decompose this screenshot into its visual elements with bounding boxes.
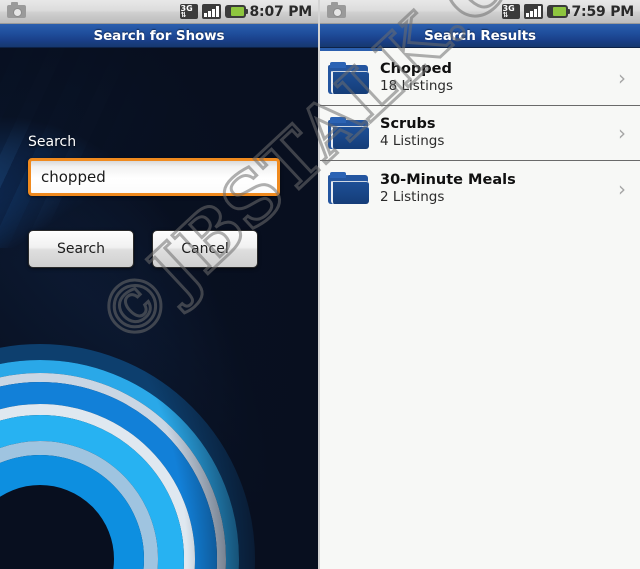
signal-bars-icon <box>201 4 221 19</box>
row-subtitle: 2 Listings <box>380 188 445 205</box>
search-form: Search Search Cancel <box>0 48 318 268</box>
row-title: Chopped <box>380 61 452 77</box>
3g-arrows-icon: ⇅ <box>502 11 509 19</box>
folder-icon <box>328 61 370 95</box>
right-status-notifications <box>327 2 346 18</box>
row-text: Scrubs 4 Listings <box>380 116 618 150</box>
row-subtitle: 18 Listings <box>380 78 453 94</box>
table-row[interactable]: Scrubs 4 Listings › <box>320 106 640 161</box>
right-status-bar: 3G ⇅ 7:59 PM <box>320 0 640 24</box>
left-page-title: Search for Shows <box>93 27 225 44</box>
search-label: Search <box>28 134 77 150</box>
search-button[interactable]: Search <box>28 230 134 268</box>
3g-icon: 3G ⇅ <box>179 4 198 19</box>
camera-icon <box>327 2 346 18</box>
left-status-time: 8:07 PM <box>249 3 313 20</box>
form-button-row: Search Cancel <box>28 230 292 268</box>
right-status-indicators: 3G ⇅ 7:59 PM <box>501 3 635 20</box>
cancel-button[interactable]: Cancel <box>152 230 258 268</box>
left-title-bar: Search for Shows <box>0 24 318 48</box>
row-subtitle: 4 Listings <box>380 133 445 149</box>
folder-icon <box>328 116 370 150</box>
chevron-right-icon: › <box>618 176 626 201</box>
right-page-title: Search Results <box>424 27 536 44</box>
signal-bars-icon <box>523 4 543 19</box>
left-phone-screen: 3G ⇅ 8:07 PM Search for Shows Search cho… <box>0 0 320 569</box>
row-title: 30-Minute Meals <box>380 171 516 188</box>
search-results-list: Chopped 18 Listings › Scrubs 4 Listings … <box>320 48 640 569</box>
folder-icon <box>328 172 370 205</box>
table-row[interactable]: 30-Minute Meals 2 Listings › <box>320 161 640 216</box>
row-text: 30-Minute Meals 2 Listings <box>380 172 618 206</box>
left-status-bar: 3G ⇅ 8:07 PM <box>0 0 318 24</box>
left-wallpaper: Search Search Cancel <box>0 48 318 569</box>
chevron-right-icon: › <box>618 121 626 145</box>
right-title-bar: Search Results <box>320 24 640 48</box>
chevron-right-icon: › <box>618 66 626 90</box>
table-row[interactable]: Chopped 18 Listings › <box>320 51 640 106</box>
3g-arrows-icon: ⇅ <box>180 11 187 19</box>
search-input[interactable] <box>28 158 280 196</box>
3g-icon: 3G ⇅ <box>501 4 520 19</box>
battery-icon <box>546 5 570 18</box>
battery-icon <box>224 5 248 18</box>
right-phone-screen: 3G ⇅ 7:59 PM Search Results Chopped 18 L… <box>320 0 640 569</box>
row-text: Chopped 18 Listings <box>380 61 618 95</box>
right-status-time: 7:59 PM <box>571 3 635 20</box>
dual-screenshot: 3G ⇅ 8:07 PM Search for Shows Search cho… <box>0 0 640 569</box>
left-status-notifications <box>7 2 26 18</box>
camera-icon <box>7 2 26 18</box>
row-title: Scrubs <box>380 116 436 132</box>
left-status-indicators: 3G ⇅ 8:07 PM <box>179 3 313 20</box>
